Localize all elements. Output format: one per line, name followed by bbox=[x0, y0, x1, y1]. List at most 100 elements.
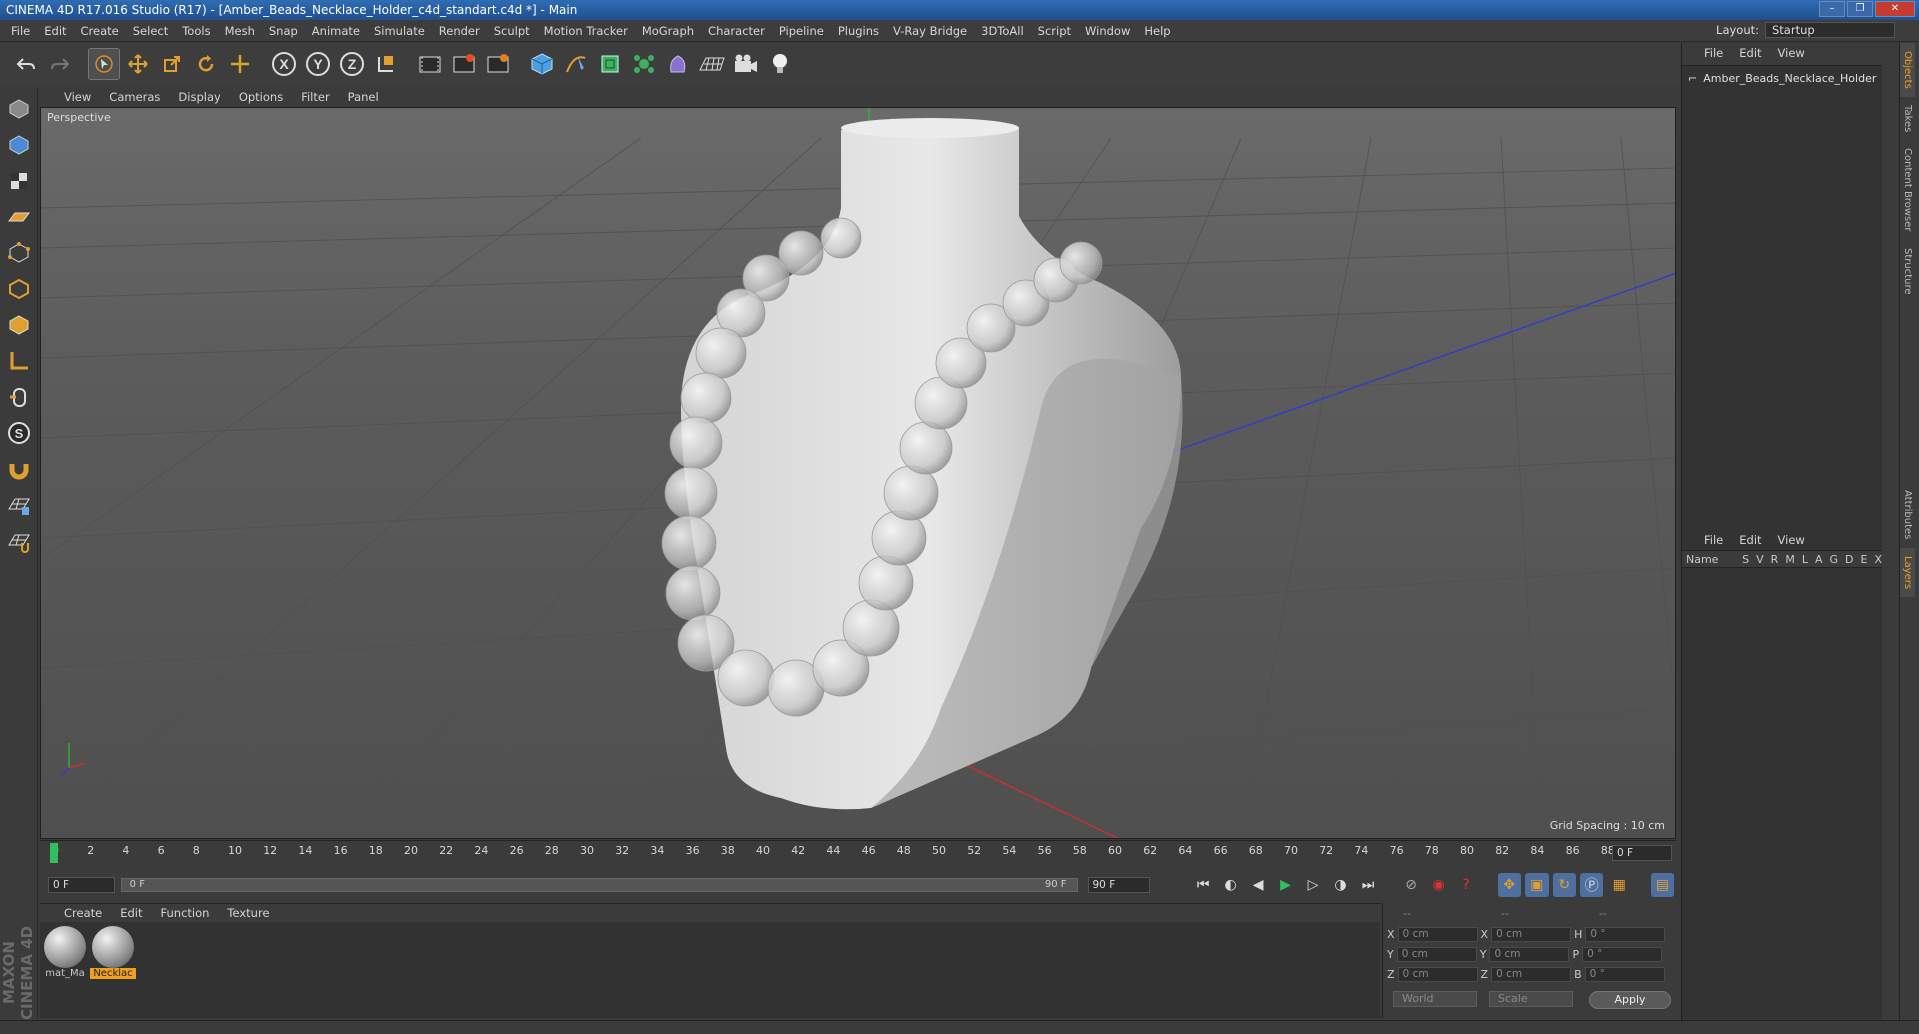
rotation-h-field[interactable]: 0 ° bbox=[1585, 927, 1666, 942]
menu-script[interactable]: Script bbox=[1031, 24, 1078, 38]
viewport-menu-options[interactable]: Options bbox=[239, 90, 283, 104]
snap-grid-icon[interactable] bbox=[4, 490, 34, 520]
menu-motion-tracker[interactable]: Motion Tracker bbox=[537, 24, 635, 38]
size-z-field[interactable]: 0 cm bbox=[1491, 967, 1572, 982]
workplane-icon[interactable] bbox=[4, 202, 34, 232]
menu-3dtoall[interactable]: 3DToAll bbox=[974, 24, 1031, 38]
live-selection-icon[interactable] bbox=[224, 48, 256, 80]
material-menu-texture[interactable]: Texture bbox=[227, 906, 269, 920]
cloner-icon[interactable] bbox=[628, 48, 660, 80]
layer-menu-view[interactable]: View bbox=[1778, 533, 1805, 547]
axis-mode-icon[interactable] bbox=[4, 346, 34, 376]
object-row[interactable]: ⌐ Amber_Beads_Necklace_Holder bbox=[1688, 70, 1882, 86]
menu-sculpt[interactable]: Sculpt bbox=[487, 24, 537, 38]
start-frame-field[interactable]: 0 F bbox=[48, 877, 115, 893]
camera-icon[interactable] bbox=[730, 48, 762, 80]
cube-icon[interactable] bbox=[526, 48, 558, 80]
next-frame-icon[interactable]: ▷ bbox=[1301, 873, 1324, 897]
menu-animate[interactable]: Animate bbox=[305, 24, 367, 38]
tab-takes[interactable]: Takes bbox=[1900, 97, 1915, 140]
menu-edit[interactable]: Edit bbox=[37, 24, 73, 38]
tweak-mode-icon[interactable] bbox=[4, 382, 34, 412]
y-axis-icon[interactable]: Y bbox=[302, 48, 334, 80]
position-x-field[interactable]: 0 cm bbox=[1397, 927, 1478, 942]
material-menu-function[interactable]: Function bbox=[161, 906, 210, 920]
z-axis-icon[interactable]: Z bbox=[336, 48, 368, 80]
menu-render[interactable]: Render bbox=[432, 24, 487, 38]
move-icon[interactable] bbox=[122, 48, 154, 80]
scale-track-icon[interactable]: ▣ bbox=[1525, 873, 1549, 897]
solo-icon[interactable]: S bbox=[4, 418, 34, 448]
rotate-icon[interactable] bbox=[190, 48, 222, 80]
menu-mograph[interactable]: MoGraph bbox=[635, 24, 701, 38]
polygons-mode-icon[interactable] bbox=[4, 310, 34, 340]
render-picture-viewer-icon[interactable] bbox=[448, 48, 480, 80]
menu-window[interactable]: Window bbox=[1078, 24, 1137, 38]
rotation-track-icon[interactable]: ↻ bbox=[1552, 873, 1576, 897]
subdivision-icon[interactable] bbox=[594, 48, 626, 80]
menu-create[interactable]: Create bbox=[74, 24, 126, 38]
menu-plugins[interactable]: Plugins bbox=[831, 24, 886, 38]
layer-menu-file[interactable]: File bbox=[1704, 533, 1723, 547]
viewport-menu-filter[interactable]: Filter bbox=[301, 90, 329, 104]
viewport-menu-display[interactable]: Display bbox=[178, 90, 220, 104]
go-to-start-icon[interactable]: ⏮ bbox=[1191, 873, 1214, 897]
menu-file[interactable]: File bbox=[4, 24, 37, 38]
layer-menu-edit[interactable]: Edit bbox=[1739, 533, 1761, 547]
material-menu-edit[interactable]: Edit bbox=[120, 906, 142, 920]
previous-frame-icon[interactable]: ◀ bbox=[1246, 873, 1269, 897]
points-mode-icon[interactable] bbox=[4, 238, 34, 268]
minimize-button[interactable]: – bbox=[1819, 1, 1845, 17]
go-to-previous-key-icon[interactable]: ◐ bbox=[1219, 873, 1242, 897]
menu-pipeline[interactable]: Pipeline bbox=[772, 24, 831, 38]
position-y-field[interactable]: 0 cm bbox=[1396, 947, 1477, 962]
pen-spline-icon[interactable] bbox=[560, 48, 592, 80]
make-editable-icon[interactable] bbox=[4, 94, 34, 124]
close-button[interactable]: ✕ bbox=[1875, 1, 1915, 17]
snap-settings-icon[interactable] bbox=[4, 526, 34, 556]
frame-range-slider[interactable]: 0 F 90 F bbox=[120, 878, 1078, 892]
size-x-field[interactable]: 0 cm bbox=[1491, 927, 1572, 942]
position-z-field[interactable]: 0 cm bbox=[1397, 967, 1478, 982]
rotation-b-field[interactable]: 0 ° bbox=[1584, 967, 1665, 982]
scale-icon[interactable] bbox=[156, 48, 188, 80]
object-menu-file[interactable]: File bbox=[1704, 46, 1723, 60]
current-frame-field[interactable]: 0 F bbox=[1612, 845, 1672, 861]
light-icon[interactable] bbox=[764, 48, 796, 80]
menu-select[interactable]: Select bbox=[126, 24, 175, 38]
menu-character[interactable]: Character bbox=[701, 24, 772, 38]
keyframe-selection-icon[interactable]: ? bbox=[1454, 873, 1477, 897]
object-menu-edit[interactable]: Edit bbox=[1739, 46, 1761, 60]
edit-render-settings-icon[interactable] bbox=[482, 48, 514, 80]
apply-button[interactable]: Apply bbox=[1589, 991, 1671, 1009]
parameter-track-icon[interactable]: Ⓟ bbox=[1579, 873, 1604, 897]
playhead[interactable] bbox=[50, 843, 58, 863]
viewport-menu-cameras[interactable]: Cameras bbox=[109, 90, 160, 104]
material-swatch[interactable]: mat_Ma bbox=[42, 926, 88, 979]
go-to-next-key-icon[interactable]: ◑ bbox=[1329, 873, 1352, 897]
world-dropdown[interactable]: World bbox=[1393, 991, 1477, 1007]
autokey-icon[interactable]: ◉ bbox=[1427, 873, 1450, 897]
menu-snap[interactable]: Snap bbox=[262, 24, 305, 38]
scale-dropdown[interactable]: Scale bbox=[1489, 991, 1573, 1007]
select-arrow-icon[interactable] bbox=[88, 48, 120, 80]
timeline-window-icon[interactable]: ▤ bbox=[1650, 873, 1675, 897]
perspective-viewport[interactable]: Perspective Grid Spacing : 10 cm bbox=[40, 107, 1676, 839]
layout-dropdown[interactable]: Startup bbox=[1765, 22, 1895, 38]
tab-attributes[interactable]: Attributes bbox=[1900, 482, 1915, 547]
redo-icon[interactable] bbox=[44, 48, 76, 80]
tab-structure[interactable]: Structure bbox=[1900, 240, 1915, 303]
record-keys-icon[interactable]: ⊘ bbox=[1399, 873, 1422, 897]
material-swatch-selected[interactable]: Necklac bbox=[90, 926, 136, 979]
edges-mode-icon[interactable] bbox=[4, 274, 34, 304]
coordinate-system-icon[interactable] bbox=[370, 48, 402, 80]
model-mode-icon[interactable] bbox=[4, 130, 34, 160]
tab-objects[interactable]: Objects bbox=[1900, 43, 1915, 97]
deformer-icon[interactable] bbox=[662, 48, 694, 80]
size-y-field[interactable]: 0 cm bbox=[1489, 947, 1570, 962]
material-menu-create[interactable]: Create bbox=[64, 906, 102, 920]
menu-mesh[interactable]: Mesh bbox=[218, 24, 262, 38]
texture-mode-icon[interactable] bbox=[4, 166, 34, 196]
undo-icon[interactable] bbox=[10, 48, 42, 80]
tab-layers[interactable]: Layers bbox=[1900, 547, 1915, 597]
